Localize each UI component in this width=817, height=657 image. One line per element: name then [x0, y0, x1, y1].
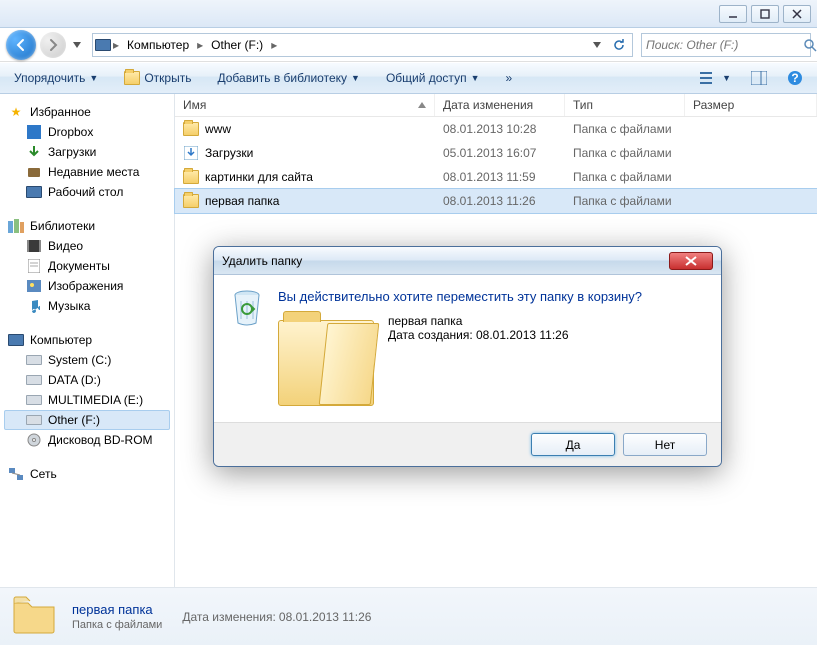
- dialog-created-value: 08.01.2013 11:26: [476, 328, 569, 342]
- dialog-titlebar[interactable]: Удалить папку: [214, 247, 721, 275]
- dialog-created-label: Дата создания:: [388, 328, 473, 342]
- recycle-bin-icon: [230, 289, 264, 327]
- dialog-question: Вы действительно хотите переместить эту …: [278, 289, 705, 304]
- folder-large-icon: [278, 320, 374, 406]
- dialog-created-line: Дата создания: 08.01.2013 11:26: [388, 328, 569, 342]
- dialog-item-name: первая папка: [388, 314, 569, 328]
- delete-folder-dialog: Удалить папку Вы действительно хотите пе…: [213, 246, 722, 467]
- yes-button[interactable]: Да: [531, 433, 615, 456]
- dialog-title-text: Удалить папку: [222, 254, 302, 268]
- no-button[interactable]: Нет: [623, 433, 707, 456]
- dialog-close-button[interactable]: [669, 252, 713, 270]
- modal-overlay: Удалить папку Вы действительно хотите пе…: [0, 0, 817, 657]
